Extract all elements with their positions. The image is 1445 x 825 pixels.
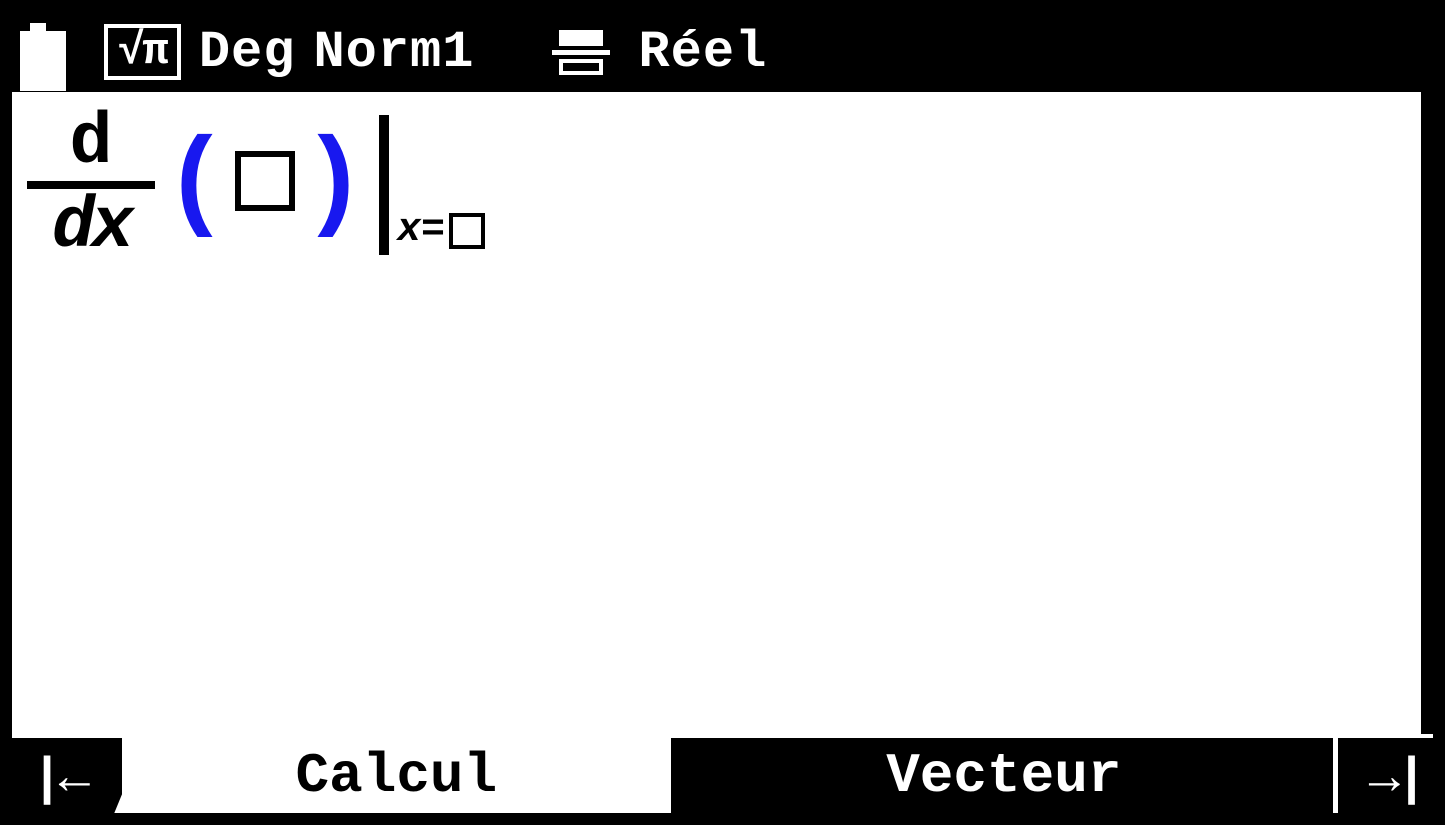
tab-calcul[interactable]: Calcul	[122, 738, 671, 813]
prev-page-button[interactable]: |←	[12, 738, 122, 813]
eval-value-placeholder[interactable]	[449, 213, 485, 249]
fraction-display-icon	[552, 30, 610, 75]
math-mode-text: √π	[118, 27, 167, 77]
eval-equals: =	[421, 208, 445, 253]
derivative-template: d dx ( ) x =	[27, 107, 1418, 263]
tab-vecteur-label: Vecteur	[886, 744, 1121, 808]
eval-variable: x	[397, 208, 421, 253]
arrow-right-icon: →|	[1358, 746, 1413, 806]
ddx-operator: d dx	[27, 107, 155, 263]
function-placeholder[interactable]	[235, 151, 295, 211]
scrollbar[interactable]	[1421, 92, 1433, 734]
number-mode: Réel	[638, 23, 767, 82]
ddx-numerator: d	[69, 107, 112, 179]
tab-calcul-label: Calcul	[296, 744, 498, 808]
battery-icon	[20, 23, 56, 81]
tab-vecteur[interactable]: Vecteur	[671, 738, 1333, 813]
left-paren: (	[163, 147, 229, 224]
right-paren: )	[301, 147, 367, 224]
next-page-button[interactable]: →|	[1333, 738, 1433, 813]
math-input-mode-badge: √π	[104, 24, 181, 80]
evaluation-bar	[379, 115, 389, 255]
expression-area[interactable]: d dx ( ) x =	[12, 92, 1433, 738]
angle-mode: Deg	[199, 23, 296, 82]
function-tab-bar: |← Calcul Vecteur →|	[12, 738, 1433, 813]
arrow-left-icon: |←	[40, 746, 95, 806]
evaluation-point: x =	[397, 208, 485, 253]
status-bar: √π Deg Norm1 Réel	[12, 12, 1433, 92]
display-mode: Norm1	[313, 23, 474, 82]
calculator-screen: √π Deg Norm1 Réel d dx ( ) x =	[0, 0, 1445, 825]
ddx-denominator: dx	[52, 191, 130, 263]
